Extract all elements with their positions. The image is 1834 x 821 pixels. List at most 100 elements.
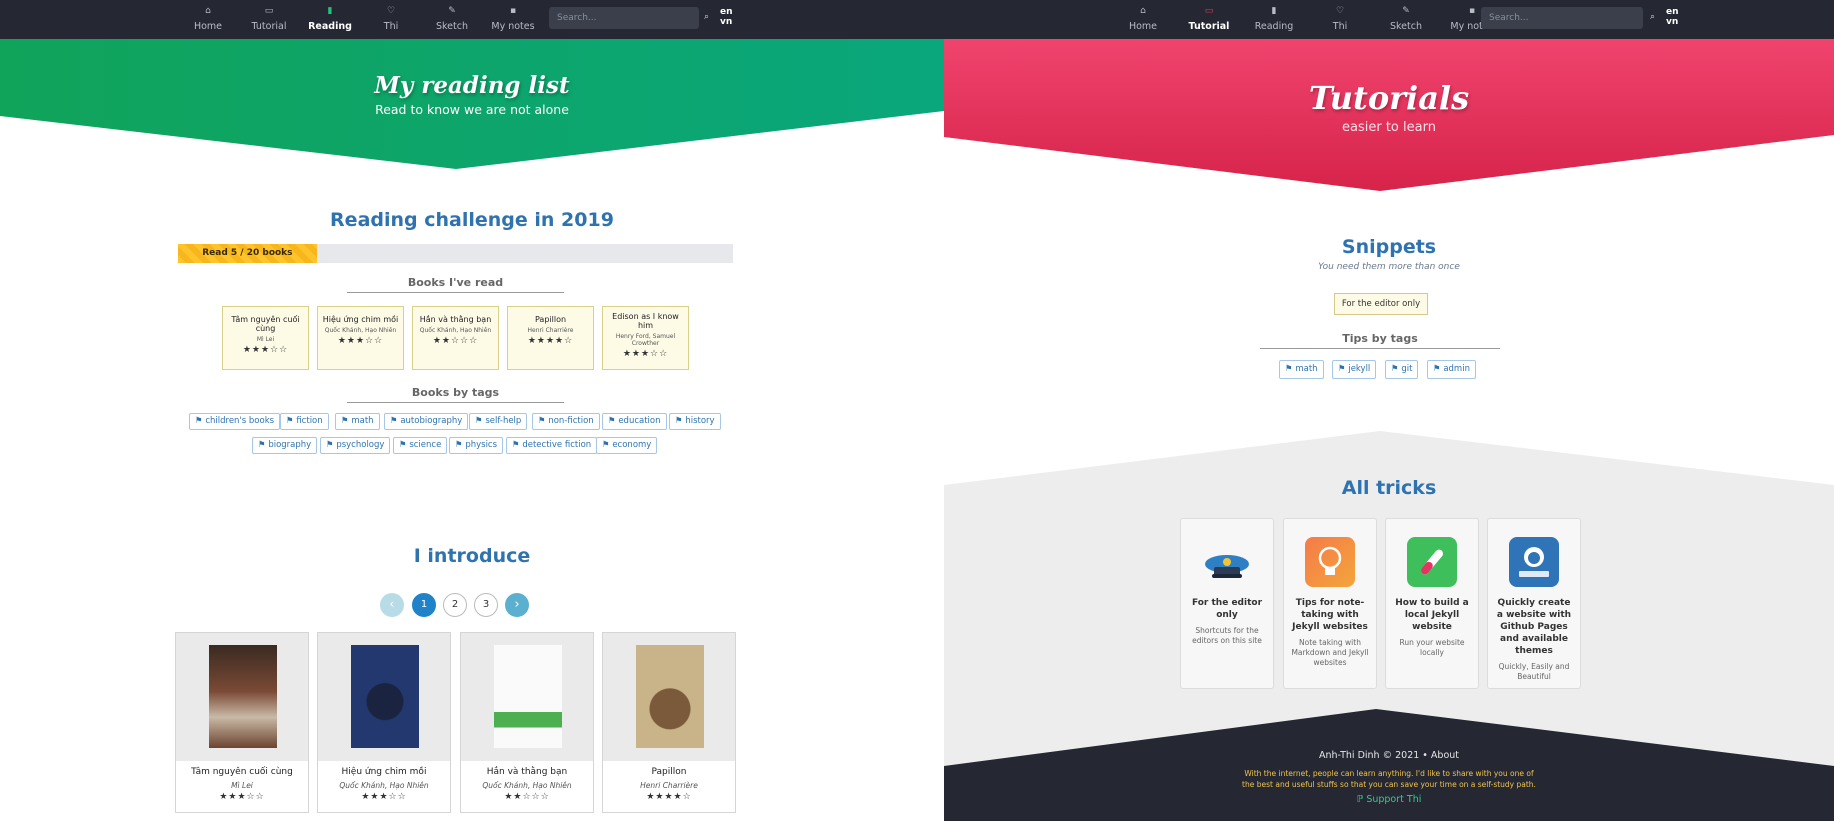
nav-reading[interactable]: ▮ Reading: [1244, 5, 1304, 32]
page-title: Tutorials: [1308, 79, 1470, 117]
tag-link[interactable]: ⚑ economy: [596, 437, 658, 454]
read-book-item[interactable]: Hắn và thằng bạn Quốc Khánh, Hạo Nhiên ★★☆…: [412, 306, 499, 370]
trick-card[interactable]: Tips for note-taking with Jekyll website…: [1283, 518, 1377, 689]
tag-link[interactable]: ⚑ history: [669, 413, 721, 430]
snippets-title: Snippets: [1341, 236, 1437, 258]
home-icon: ⌂: [1140, 6, 1146, 16]
rating-stars: ★★★★☆: [527, 336, 574, 346]
pagination-page-2[interactable]: 2: [443, 593, 467, 617]
top-navbar: ⌂ Home ▭ Tutorial ▮ Reading ♡ Thi ✎ Sketch ▪ M…: [0, 0, 944, 39]
tag-link[interactable]: ⚑ non-fiction: [532, 413, 600, 430]
github-pages-icon: [1509, 537, 1559, 587]
nav-tutorial[interactable]: ▭ Tutorial: [1179, 5, 1239, 32]
tag-link[interactable]: ⚑ psychology: [320, 437, 391, 454]
trick-card[interactable]: How to build a local Jekyll website Run …: [1385, 518, 1479, 689]
pencil-icon: ✎: [448, 6, 456, 16]
tag-link[interactable]: ⚑ math: [335, 413, 380, 430]
search-input[interactable]: Search...: [549, 7, 699, 29]
tag-link[interactable]: ⚑ science: [393, 437, 448, 454]
police-hat-icon: [1202, 537, 1252, 587]
pencil-icon: ✎: [1402, 6, 1410, 16]
tutorials-page-panel: ⌂ Home ▭ Tutorial ▮ Reading ♡ Thi ✎ Sketch ▪ M…: [944, 0, 1834, 821]
reading-progress-fill: Read 5 / 20 books: [178, 244, 317, 263]
reading-challenge-title: Reading challenge in 2019: [330, 209, 614, 231]
pagination-prev-button[interactable]: ‹: [380, 593, 404, 617]
read-book-item[interactable]: Hiệu ứng chim mồi Quốc Khánh, Hạo Nhiên ★★…: [317, 306, 404, 370]
lang-en-link[interactable]: en: [720, 7, 733, 17]
books-by-tags-heading: Books by tags: [347, 386, 564, 403]
tag-link[interactable]: ⚑ git: [1385, 360, 1419, 379]
read-book-item[interactable]: Papillon Henri Charrière ★★★★☆: [507, 306, 594, 370]
lang-vn-link[interactable]: vn: [1666, 17, 1679, 27]
trick-card[interactable]: For the editor only Shortcuts for the ed…: [1180, 518, 1274, 689]
pagination-next-button[interactable]: ›: [505, 593, 529, 617]
tag-link[interactable]: ⚑ autobiography: [384, 413, 469, 430]
note-icon: ▪: [509, 6, 517, 16]
snippets-subtitle: You need them more than once: [1318, 262, 1460, 272]
nav-sketch[interactable]: ✎ Sketch: [1376, 5, 1436, 32]
read-book-item[interactable]: Edison as I know him Henry Ford, Samuel C…: [602, 306, 689, 370]
test-tube-icon: [1407, 537, 1457, 587]
tag-link[interactable]: ⚑ education: [602, 413, 667, 430]
books-read-heading: Books I've read: [347, 276, 564, 293]
nav-thi[interactable]: ♡ Thi: [361, 5, 421, 32]
nav-my-notes[interactable]: ▪ My notes: [483, 5, 543, 32]
tag-link[interactable]: ⚑ children's books: [189, 413, 281, 430]
search-icon[interactable]: ⌕: [1650, 12, 1655, 22]
book-open-icon: ▭: [1204, 6, 1214, 16]
tag-link[interactable]: ⚑ detective fiction: [506, 437, 598, 454]
tag-link[interactable]: ⚑ self-help: [469, 413, 528, 430]
tag-link[interactable]: ⚑ biography: [252, 437, 318, 454]
book-card[interactable]: Hiệu ứng chim mồi Quốc Khánh, Hạo Nhiên …: [317, 632, 451, 813]
pagination-page-1[interactable]: 1: [412, 593, 436, 617]
nav-sketch[interactable]: ✎ Sketch: [422, 5, 482, 32]
rating-stars: ★★★☆☆: [622, 349, 669, 359]
trick-card[interactable]: Quickly create a website with Github Pag…: [1487, 518, 1581, 689]
for-editor-only-button[interactable]: For the editor only: [1334, 293, 1428, 315]
book-open-icon: ▭: [264, 6, 274, 16]
home-icon: ⌂: [205, 6, 211, 16]
language-switcher[interactable]: en vn: [720, 7, 733, 27]
tag-link[interactable]: ⚑ jekyll: [1332, 360, 1377, 379]
book-card[interactable]: Tâm nguyên cuối cùng Mì Lei ★★★☆☆: [175, 632, 309, 813]
introduce-title: I introduce: [413, 545, 531, 567]
nav-home[interactable]: ⌂ Home: [178, 5, 238, 32]
tips-by-tags-heading: Tips by tags: [1260, 332, 1500, 349]
book-cover-image: [636, 645, 704, 748]
reading-progress-bar: Read 5 / 20 books: [178, 244, 733, 263]
nav-home[interactable]: ⌂ Home: [1113, 5, 1173, 32]
tag-link[interactable]: ⚑ physics: [449, 437, 504, 454]
rating-stars: ★★☆☆☆: [504, 792, 550, 802]
search-icon[interactable]: ⌕: [704, 12, 709, 22]
top-navbar: ⌂ Home ▭ Tutorial ▮ Reading ♡ Thi ✎ Sketch ▪ M…: [944, 0, 1834, 39]
language-switcher[interactable]: en vn: [1666, 7, 1679, 27]
pagination-page-3[interactable]: 3: [474, 593, 498, 617]
support-link[interactable]: ℙ Support Thi: [944, 794, 1834, 805]
rating-stars: ★★★☆☆: [219, 792, 265, 802]
lang-en-link[interactable]: en: [1666, 7, 1679, 17]
reading-page-panel: ⌂ Home ▭ Tutorial ▮ Reading ♡ Thi ✎ Sketch ▪ M…: [0, 0, 944, 821]
book-card[interactable]: Papillon Henri Charrière ★★★★☆: [602, 632, 736, 813]
footer-message-line-1: With the internet, people can learn anyt…: [1244, 769, 1534, 778]
paypal-icon: ℙ: [1356, 794, 1367, 805]
nav-reading[interactable]: ▮ Reading: [300, 5, 360, 32]
book-icon: ▮: [327, 6, 333, 16]
heart-icon: ♡: [386, 6, 396, 16]
tag-link[interactable]: ⚑ math: [1279, 360, 1324, 379]
read-book-item[interactable]: Tâm nguyên cuối cùng Mì Lei ★★★☆☆: [222, 306, 309, 370]
heart-icon: ♡: [1335, 6, 1345, 16]
book-cover-image: [209, 645, 277, 748]
page-subtitle: easier to learn: [1342, 120, 1436, 135]
tag-link[interactable]: ⚑ admin: [1427, 360, 1476, 379]
nav-tutorial[interactable]: ▭ Tutorial: [239, 5, 299, 32]
book-card[interactable]: Hắn và thằng bạn Quốc Khánh, Hạo Nhiên ★…: [460, 632, 594, 813]
nav-thi[interactable]: ♡ Thi: [1310, 5, 1370, 32]
rating-stars: ★★★☆☆: [337, 336, 384, 346]
book-cover-image: [351, 645, 419, 748]
all-tricks-title: All tricks: [1341, 477, 1437, 499]
lang-vn-link[interactable]: vn: [720, 17, 733, 27]
page-title: My reading list: [374, 72, 570, 99]
tag-link[interactable]: ⚑ fiction: [280, 413, 329, 430]
rating-stars: ★★★★☆: [646, 792, 692, 802]
search-input[interactable]: Search...: [1481, 7, 1643, 29]
